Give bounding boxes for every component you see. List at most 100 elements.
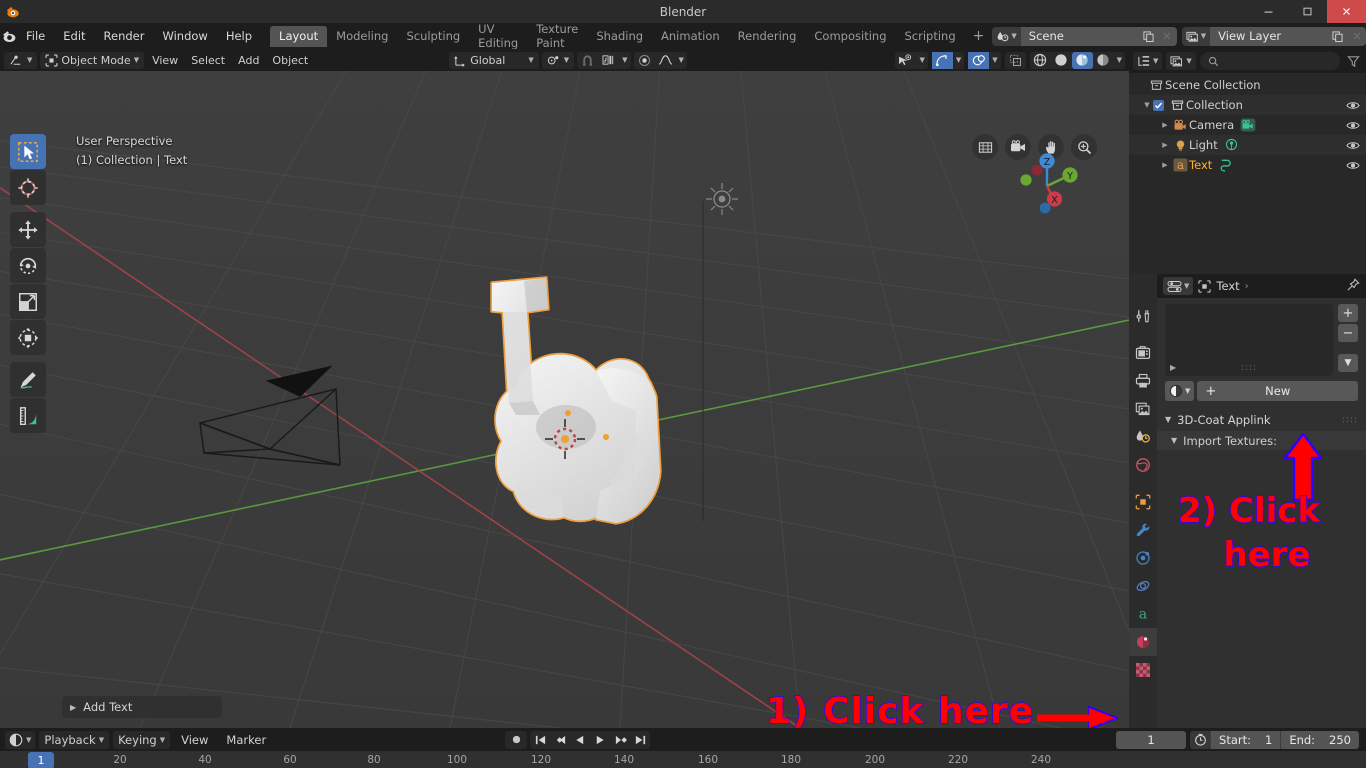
tab-scripting[interactable]: Scripting <box>896 26 965 47</box>
collection-checkbox[interactable] <box>1153 100 1164 111</box>
material-slot-specials-menu[interactable]: ▼ <box>1338 354 1358 372</box>
proportional-edit-icon[interactable] <box>634 52 655 69</box>
play-button[interactable] <box>590 731 610 749</box>
timeline-menu-view[interactable]: View <box>174 733 215 747</box>
properties-tab-world[interactable] <box>1129 451 1157 479</box>
collection-expand-icon[interactable]: ▼ <box>1141 101 1153 109</box>
view-layer-remove-button[interactable] <box>1347 27 1366 46</box>
browse-material-button[interactable]: ▼ <box>1165 381 1194 401</box>
subpanel-collapse-icon[interactable]: ▼ <box>1171 436 1177 445</box>
camera-expand-icon[interactable]: ▶ <box>1159 121 1171 129</box>
next-keyframe-button[interactable] <box>610 731 630 749</box>
view-layer-icon[interactable]: ▼ <box>1182 27 1210 46</box>
use-preview-range-icon[interactable] <box>1190 731 1210 749</box>
tool-rotate-icon[interactable] <box>10 248 46 283</box>
timeline-ruler[interactable]: 1 20 40 60 80 100 120 140 160 180 200 22… <box>0 751 1366 768</box>
material-preview-shading-icon[interactable] <box>1072 52 1093 69</box>
remove-material-slot-button[interactable]: − <box>1338 324 1358 342</box>
properties-tab-view-layer[interactable] <box>1129 395 1157 423</box>
object-mode-selector[interactable]: Object Mode ▼ <box>40 52 144 69</box>
tool-scale-icon[interactable] <box>10 284 46 319</box>
outliner-row-scene-collection[interactable]: Scene Collection <box>1129 75 1366 95</box>
toggle-orthographic-icon[interactable] <box>972 134 998 160</box>
show-overlays-icon[interactable] <box>968 52 989 69</box>
menu-render[interactable]: Render <box>95 26 154 46</box>
jump-to-end-button[interactable] <box>630 731 650 749</box>
tab-uv-editing[interactable]: UV Editing <box>469 26 527 47</box>
jump-to-start-button[interactable] <box>530 731 550 749</box>
panel-header-3dcoat-applink[interactable]: ▼ 3D-Coat Applink :::: <box>1165 410 1358 429</box>
camera-visibility-icon[interactable] <box>1346 120 1360 131</box>
tab-compositing[interactable]: Compositing <box>805 26 895 47</box>
properties-tab-render[interactable] <box>1129 339 1157 367</box>
viewport-canvas[interactable]: User Perspective (1) Collection | Text <box>0 71 1129 728</box>
properties-tab-scene[interactable] <box>1129 423 1157 451</box>
tool-transform-icon[interactable] <box>10 320 46 355</box>
tab-texture-paint[interactable]: Texture Paint <box>527 26 587 47</box>
properties-tab-tool[interactable] <box>1129 302 1157 330</box>
timeline-menu-marker[interactable]: Marker <box>219 733 273 747</box>
current-frame-field[interactable]: 1 <box>1116 731 1186 749</box>
auto-keyframe-button[interactable] <box>505 731 527 749</box>
view-layer-selector[interactable]: ▼ View Layer <box>1182 27 1366 46</box>
menu-edit[interactable]: Edit <box>54 26 94 46</box>
solid-shading-icon[interactable] <box>1051 52 1072 69</box>
properties-tab-object[interactable] <box>1129 488 1157 516</box>
tab-sculpting[interactable]: Sculpting <box>397 26 469 47</box>
menu-help[interactable]: Help <box>217 26 261 46</box>
properties-tab-physics[interactable] <box>1129 544 1157 572</box>
object-visibility-icon[interactable] <box>895 52 916 69</box>
wireframe-shading-icon[interactable] <box>1030 52 1051 69</box>
viewport-menu-view[interactable]: View <box>147 52 183 69</box>
timeline-editor-type-selector[interactable]: ▼ <box>5 731 35 749</box>
tab-modeling[interactable]: Modeling <box>327 26 397 47</box>
tool-move-icon[interactable] <box>10 212 46 247</box>
tool-measure-icon[interactable] <box>10 398 46 433</box>
light-expand-icon[interactable]: ▶ <box>1159 141 1171 149</box>
outliner-row-camera[interactable]: ▶ Camera <box>1129 115 1366 135</box>
scene-selector[interactable]: ▼ Scene <box>992 27 1176 46</box>
maximize-button[interactable] <box>1288 0 1327 23</box>
outliner-display-mode-selector[interactable]: ▼ <box>1166 52 1195 70</box>
add-workspace-button[interactable]: + <box>965 28 993 44</box>
xray-toggle-icon[interactable] <box>1005 52 1026 69</box>
panel-collapse-icon[interactable]: ▼ <box>1165 415 1171 424</box>
scene-copy-button[interactable] <box>1139 27 1158 46</box>
light-data-icon[interactable] <box>1224 138 1239 152</box>
tab-shading[interactable]: Shading <box>587 26 652 47</box>
tool-annotate-icon[interactable] <box>10 362 46 397</box>
timeline-keying-menu[interactable]: Keying ▼ <box>113 731 170 749</box>
outliner-filter-icon[interactable] <box>1344 52 1362 70</box>
properties-tab-texture[interactable] <box>1129 656 1157 684</box>
tool-cursor-icon[interactable] <box>10 170 46 205</box>
viewport-menu-select[interactable]: Select <box>186 52 230 69</box>
viewport-menu-object[interactable]: Object <box>267 52 313 69</box>
camera-data-icon[interactable] <box>1240 118 1256 132</box>
end-frame-field[interactable]: End: 250 <box>1280 731 1359 749</box>
pin-id-icon[interactable] <box>1346 278 1360 295</box>
proportional-falloff-icon[interactable] <box>655 52 676 69</box>
tool-select-box-icon[interactable] <box>10 134 46 169</box>
tab-layout[interactable]: Layout <box>270 26 327 47</box>
snap-magnet-icon[interactable] <box>577 52 598 69</box>
outliner-row-light[interactable]: ▶ Light <box>1129 135 1366 155</box>
outliner-search-input[interactable] <box>1200 52 1340 70</box>
view-layer-name-field[interactable]: View Layer <box>1210 27 1328 46</box>
tab-rendering[interactable]: Rendering <box>729 26 806 47</box>
operator-panel-expand-icon[interactable]: ▶ <box>70 703 76 712</box>
scene-name-field[interactable]: Scene <box>1021 27 1139 46</box>
breadcrumb-object[interactable]: Text › <box>1198 279 1248 293</box>
outliner-row-text[interactable]: ▶ a Text <box>1129 155 1366 175</box>
minimize-button[interactable] <box>1249 0 1288 23</box>
snap-mode-icon[interactable] <box>598 52 619 69</box>
material-slot-resize-grip[interactable]: :::: <box>1165 363 1333 373</box>
scene-icon[interactable]: ▼ <box>992 27 1020 46</box>
add-material-slot-button[interactable]: + <box>1338 304 1358 322</box>
panel-header-import-textures[interactable]: ▼ Import Textures: <box>1157 431 1366 450</box>
pivot-point-selector[interactable]: ▼ <box>542 52 574 69</box>
transform-orientation-selector[interactable]: Global ▼ <box>449 52 538 69</box>
timeline-playhead[interactable]: 1 <box>28 752 54 768</box>
text-data-icon[interactable] <box>1218 158 1234 172</box>
viewport-axis-gizmo[interactable]: Z Y X <box>1012 149 1082 219</box>
previous-keyframe-button[interactable] <box>550 731 570 749</box>
